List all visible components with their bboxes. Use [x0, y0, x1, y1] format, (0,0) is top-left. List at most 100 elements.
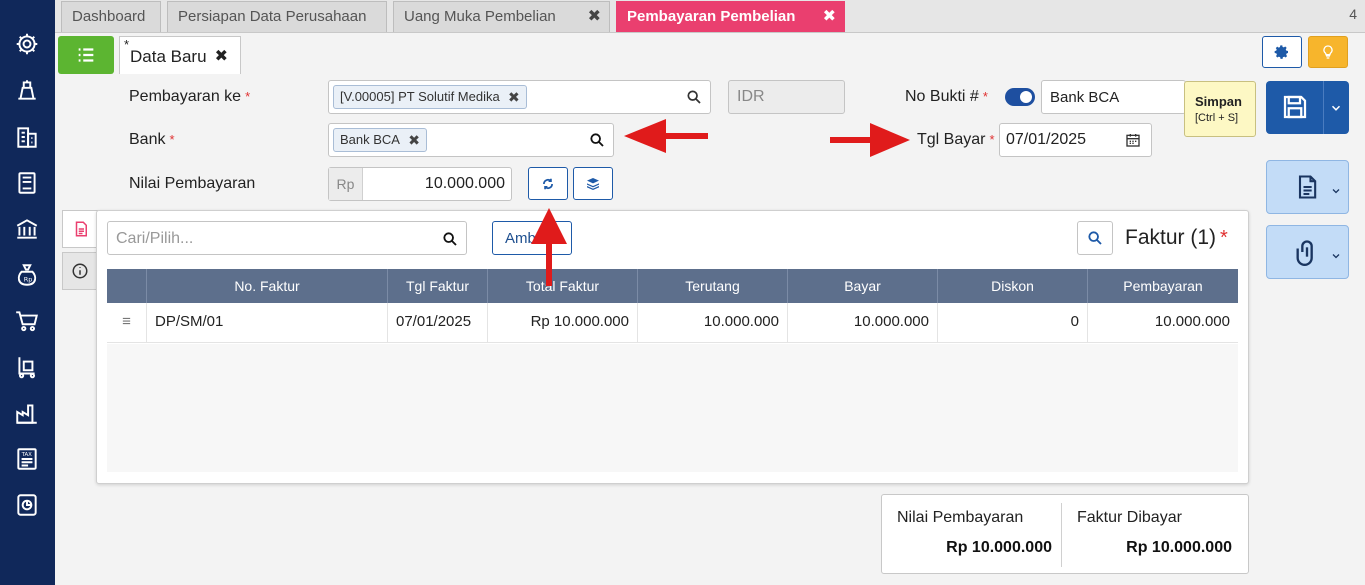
tgl-bayar-input[interactable]: 07/01/2025 — [999, 123, 1152, 157]
list-icon — [78, 48, 94, 62]
building-icon[interactable] — [13, 123, 41, 151]
panel-search-button[interactable] — [1077, 221, 1113, 255]
sidebar: Rp TAX — [0, 0, 55, 585]
nilai-pembayaran-input[interactable]: Rp 10.000.000 — [328, 167, 512, 201]
column-header[interactable]: Tgl Faktur — [388, 269, 488, 303]
row-drag-handle[interactable]: ≡ — [107, 303, 147, 343]
close-icon[interactable]: ✖ — [588, 2, 601, 31]
pembayaran-ke-label: Pembayaran ke * — [129, 88, 251, 105]
svg-text:TAX: TAX — [21, 452, 33, 458]
cell-terutang: 10.000.000 — [638, 303, 788, 343]
lightbulb-icon — [1323, 45, 1333, 59]
cell-no-faktur: DP/SM/01 — [147, 303, 388, 343]
save-tooltip-title: Simpan — [1195, 94, 1242, 109]
summary-value: Rp 10.000.000 — [946, 539, 1052, 556]
trolley-icon[interactable] — [13, 353, 41, 381]
factory-icon[interactable] — [13, 399, 41, 427]
save-split-divider — [1323, 81, 1324, 134]
settings-gear-icon[interactable] — [13, 30, 41, 58]
annotation-arrow-left-icon — [624, 119, 708, 153]
panel-title: Faktur (1) * — [1125, 226, 1228, 249]
summary-nilai-pembayaran: Nilai Pembayaran Rp 10.000.000 — [882, 495, 1062, 575]
search-placeholder: Cari/Pilih... — [116, 230, 194, 247]
currency-value: IDR — [737, 88, 765, 105]
cell-pembayaran: 10.000.000 — [1154, 313, 1230, 330]
column-header-handle — [107, 269, 147, 303]
document-menu-button[interactable] — [1266, 160, 1349, 214]
tab-label: Persiapan Data Perusahaan — [178, 8, 367, 25]
cell-bayar: 10.000.000 — [788, 303, 938, 343]
column-header[interactable]: Pembayaran — [1088, 269, 1238, 303]
money-bag-icon[interactable]: Rp — [13, 261, 41, 289]
column-header[interactable]: No. Faktur — [147, 269, 388, 303]
unsaved-marker: * — [124, 37, 130, 52]
tab-persiapan-data[interactable]: Persiapan Data Perusahaan — [167, 1, 387, 32]
summary-value: Rp 10.000.000 — [1126, 539, 1232, 556]
tips-button[interactable] — [1308, 36, 1348, 68]
svg-text:Rp: Rp — [24, 276, 33, 284]
table-row[interactable]: ≡ DP/SM/01 07/01/2025 Rp 10.000.000 10.0… — [107, 303, 1238, 343]
bank-field[interactable]: Bank BCA ✖ — [328, 123, 614, 157]
summary-label: Faktur Dibayar — [1077, 509, 1182, 526]
faktur-search-input[interactable]: Cari/Pilih... — [107, 221, 467, 255]
remove-icon[interactable]: ✖ — [508, 86, 520, 108]
doc-tab-data-baru[interactable]: * Data Baru ✖ — [119, 36, 241, 74]
gear-icon — [1274, 45, 1288, 59]
stack-button[interactable] — [573, 167, 613, 200]
info-tab[interactable] — [62, 252, 98, 290]
save-tooltip-shortcut: [Ctrl + S] — [1195, 112, 1239, 124]
summary-label: Nilai Pembayaran — [897, 509, 1024, 526]
bank-chip: Bank BCA ✖ — [333, 128, 427, 152]
save-button[interactable] — [1266, 81, 1349, 134]
tab-label: Pembayaran Pembelian — [627, 8, 796, 25]
no-bukti-input[interactable]: Bank BCA — [1041, 80, 1186, 114]
search-icon — [443, 232, 457, 246]
settings-button[interactable] — [1262, 36, 1302, 68]
auto-number-toggle[interactable] — [1005, 88, 1035, 106]
annotation-arrow-right-icon — [830, 123, 910, 157]
refresh-icon — [543, 178, 553, 189]
tgl-bayar-value: 07/01/2025 — [1006, 131, 1087, 148]
summary-box: Nilai Pembayaran Rp 10.000.000 Faktur Di… — [881, 494, 1249, 574]
nilai-pembayaran-label: Nilai Pembayaran — [129, 175, 256, 192]
cell-total-faktur: Rp 10.000.000 — [488, 303, 638, 343]
no-bukti-label: No Bukti # * — [905, 88, 988, 105]
close-icon[interactable]: ✖ — [215, 37, 228, 77]
chevron-down-icon — [1331, 105, 1341, 111]
table-header: No. Faktur Tgl Faktur Total Faktur Terut… — [107, 269, 1238, 303]
scale-icon[interactable] — [13, 76, 41, 104]
tab-pembayaran-pembelian[interactable]: Pembayaran Pembelian ✖ — [616, 1, 845, 32]
cell-tgl-faktur: 07/01/2025 — [388, 303, 488, 343]
chart-icon[interactable] — [13, 491, 41, 519]
bank-icon[interactable] — [13, 215, 41, 243]
attachment-button[interactable] — [1266, 225, 1349, 279]
currency-field: IDR — [728, 80, 845, 114]
summary-faktur-dibayar: Faktur Dibayar Rp 10.000.000 — [1062, 495, 1242, 575]
tab-uang-muka-pembelian[interactable]: Uang Muka Pembelian ✖ — [393, 1, 610, 32]
column-header[interactable]: Terutang — [638, 269, 788, 303]
tab-count[interactable]: 4 — [1349, 6, 1357, 22]
remove-icon[interactable]: ✖ — [408, 129, 420, 151]
list-menu-button[interactable] — [58, 36, 114, 74]
tax-icon[interactable]: TAX — [13, 445, 41, 473]
book-icon[interactable] — [13, 169, 41, 197]
save-tooltip: Simpan [Ctrl + S] — [1184, 81, 1256, 137]
cell-diskon: 0 — [938, 303, 1088, 343]
column-header[interactable]: Bayar — [788, 269, 938, 303]
pembayaran-ke-field[interactable]: [V.00005] PT Solutif Medika ✖ — [328, 80, 711, 114]
close-icon[interactable]: ✖ — [823, 2, 836, 31]
tab-dashboard[interactable]: Dashboard — [61, 1, 161, 32]
column-header[interactable]: Diskon — [938, 269, 1088, 303]
tgl-bayar-label: Tgl Bayar * — [917, 131, 995, 148]
doc-tab-label: Data Baru — [130, 47, 207, 66]
no-bukti-value: Bank BCA — [1050, 89, 1120, 106]
cart-icon[interactable] — [13, 307, 41, 335]
bank-chip-label: Bank BCA — [340, 132, 400, 147]
refresh-button[interactable] — [528, 167, 568, 200]
detail-tab[interactable] — [62, 210, 98, 248]
nilai-pembayaran-value: 10.000.000 — [424, 175, 505, 192]
tab-bar: Dashboard Persiapan Data Perusahaan Uang… — [55, 0, 1365, 33]
bank-label: Bank * — [129, 131, 175, 148]
paperclip-icon — [1296, 240, 1313, 266]
faktur-panel: Cari/Pilih... Ambil Faktur (1) * No. Fakt… — [96, 210, 1249, 484]
